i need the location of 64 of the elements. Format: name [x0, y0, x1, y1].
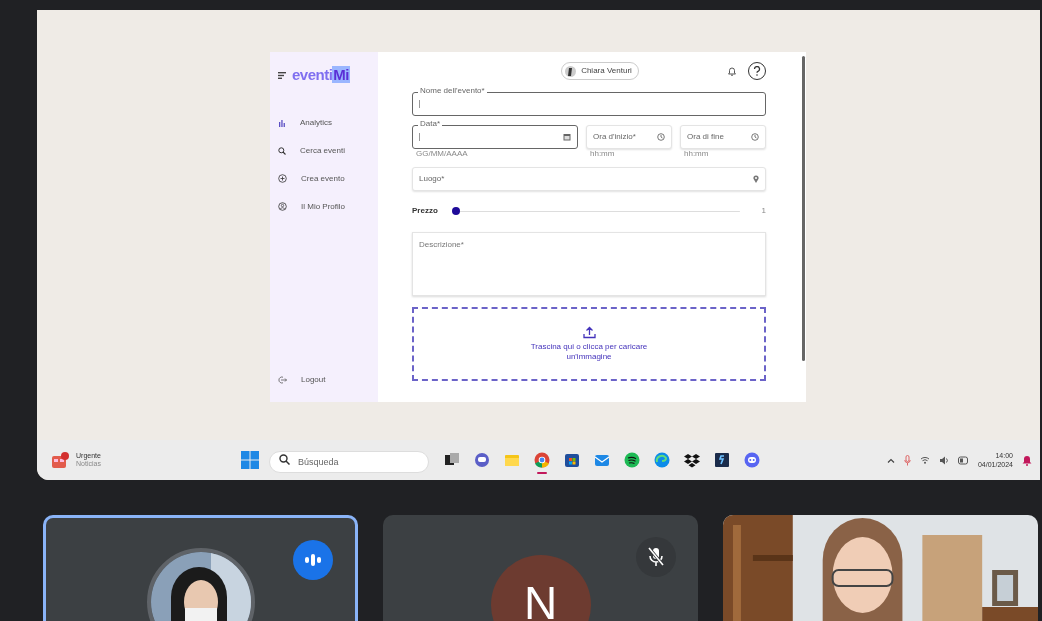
input-field[interactable]: Luogo* — [412, 167, 766, 191]
field-label: Luogo* — [419, 173, 445, 185]
wifi-icon[interactable] — [919, 456, 930, 464]
bell-icon[interactable] — [1022, 454, 1032, 466]
store-icon — [563, 451, 581, 469]
app-icon — [713, 451, 731, 469]
text-cursor — [419, 100, 420, 108]
slider-value: 1 — [761, 205, 766, 217]
discord-icon — [743, 451, 761, 469]
profile-icon — [278, 202, 287, 211]
text-cursor — [419, 133, 420, 141]
field-label: Nome dell'evento* — [418, 87, 487, 95]
avatar-initial: N — [490, 555, 591, 621]
chat-icon — [473, 451, 491, 469]
field-label: Ora d'inizio* — [593, 131, 636, 143]
input-field[interactable]: Ora d'inizio* — [586, 125, 672, 149]
clock-icon — [751, 132, 759, 141]
dropbox-icon — [683, 451, 701, 469]
helper-text: GG/MM/AAAA — [416, 149, 468, 158]
sidebar-item[interactable]: Il Mio Profilo — [278, 192, 378, 221]
avatar-icon — [565, 65, 577, 77]
menu-icon[interactable] — [278, 71, 286, 79]
participant-tile[interactable] — [43, 515, 358, 621]
field-label: Ora di fine — [687, 131, 724, 143]
input-field[interactable]: Ora di fine — [680, 125, 766, 149]
clock-icon — [657, 132, 665, 141]
music-icon — [623, 451, 641, 469]
upload-icon — [582, 325, 596, 339]
active-indicator — [537, 472, 547, 474]
calendar-icon — [563, 132, 571, 141]
field-label: Data* — [418, 120, 442, 128]
search-icon — [279, 453, 290, 465]
field-label: Descrizione* — [419, 240, 464, 249]
logout-button[interactable]: Logout — [278, 366, 378, 394]
slider-label: Prezzo — [412, 205, 438, 217]
helper-text: hh:mm — [684, 149, 709, 158]
chevron-up-icon[interactable] — [886, 457, 895, 463]
logo: eventiMi — [292, 65, 351, 85]
news-icon[interactable] — [51, 451, 71, 469]
user-chip[interactable]: Chiara Venturi — [561, 62, 639, 80]
logout-icon — [278, 376, 287, 384]
battery-icon[interactable] — [957, 455, 969, 465]
search-icon — [278, 146, 286, 155]
volume-icon[interactable] — [938, 455, 949, 465]
browser-icon — [653, 451, 671, 469]
upload-dropzone[interactable]: Trascina qui o clicca per caricare un'immagine — [412, 307, 766, 381]
plus-circle-icon — [278, 174, 287, 183]
search-field[interactable]: Búsqueda — [269, 450, 429, 473]
microphone-icon[interactable] — [903, 454, 911, 466]
textarea-field[interactable]: Descrizione* — [412, 232, 766, 296]
user-name: Chiara Venturi — [581, 65, 632, 77]
scrollbar[interactable] — [802, 56, 805, 361]
start-icon[interactable] — [241, 451, 259, 469]
sidebar-item[interactable]: Analytics — [278, 108, 378, 137]
bell-icon[interactable] — [728, 66, 736, 76]
helper-text: hh:mm — [590, 149, 615, 158]
location-pin-icon — [753, 174, 759, 183]
sidebar-item[interactable]: Crea evento — [278, 164, 378, 193]
upload-hint: Trascina qui o clicca per caricare un'immagine — [529, 341, 649, 363]
sidebar-item[interactable]: Cerca eventi — [278, 136, 378, 165]
participant-tile[interactable]: N — [383, 515, 698, 621]
browser-icon — [533, 451, 551, 469]
bar-chart-icon — [278, 118, 286, 127]
slider-thumb[interactable] — [451, 207, 460, 215]
